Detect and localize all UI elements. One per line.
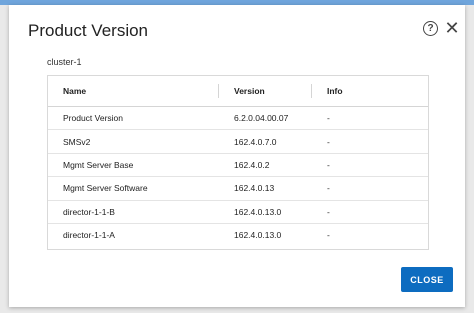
- close-icon[interactable]: ✕: [442, 18, 462, 38]
- version-table: Name Version Info Product Version 6.2.0.…: [47, 75, 429, 250]
- close-button[interactable]: CLOSE: [401, 267, 453, 292]
- table-row: director-1-1-B 162.4.0.13.0 -: [48, 200, 428, 224]
- cell-version: 162.4.0.13.0: [234, 206, 282, 217]
- cell-name: Product Version: [63, 113, 124, 124]
- cell-name: Mgmt Server Software: [63, 183, 148, 194]
- cell-info: -: [327, 159, 330, 170]
- cell-version: 6.2.0.04.00.07: [234, 113, 289, 124]
- table-row: director-1-1-A 162.4.0.13.0 -: [48, 223, 428, 246]
- cell-name: director-1-1-A: [63, 230, 115, 241]
- cell-version: 162.4.0.2: [234, 159, 270, 170]
- column-header-info[interactable]: Info: [312, 76, 428, 107]
- column-header-version[interactable]: Version: [219, 76, 312, 107]
- help-icon[interactable]: ?: [423, 21, 438, 36]
- cell-version: 162.4.0.13.0: [234, 230, 282, 241]
- table-row: Mgmt Server Software 162.4.0.13 -: [48, 177, 428, 201]
- cell-info: -: [327, 230, 330, 241]
- cluster-label: cluster-1: [47, 57, 82, 67]
- table-row: Mgmt Server Base 162.4.0.2 -: [48, 153, 428, 177]
- cell-name: director-1-1-B: [63, 206, 115, 217]
- cell-info: -: [327, 113, 330, 124]
- dialog-title: Product Version: [28, 21, 149, 40]
- cell-name: SMSv2: [63, 136, 91, 147]
- cell-version: 162.4.0.13: [234, 183, 275, 194]
- column-header-name[interactable]: Name: [48, 76, 219, 107]
- cell-version: 162.4.0.7.0: [234, 136, 277, 147]
- table-row: Product Version 6.2.0.04.00.07 -: [48, 107, 428, 130]
- table-header-row: Name Version Info: [48, 76, 428, 107]
- cell-info: -: [327, 183, 330, 194]
- product-version-dialog: Product Version ? ✕ cluster-1 Name Versi…: [9, 5, 465, 307]
- table-row: SMSv2 162.4.0.7.0 -: [48, 130, 428, 154]
- cell-info: -: [327, 136, 330, 147]
- cell-name: Mgmt Server Base: [63, 159, 134, 170]
- cell-info: -: [327, 206, 330, 217]
